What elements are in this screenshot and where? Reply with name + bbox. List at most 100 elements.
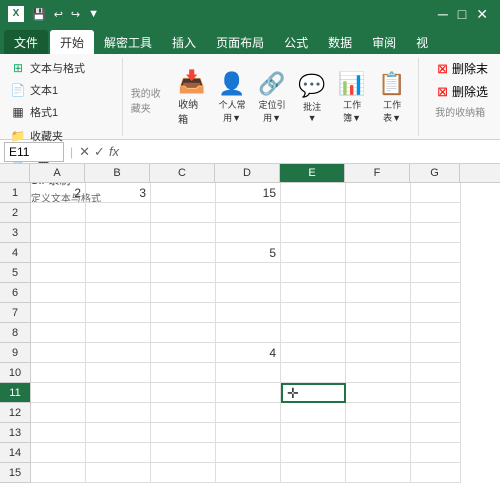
cell-f5[interactable]	[346, 263, 411, 283]
cell-d11[interactable]	[216, 383, 281, 403]
cell-d2[interactable]	[216, 203, 281, 223]
cell-g13[interactable]	[411, 423, 461, 443]
cell-d1[interactable]: 15	[216, 183, 281, 203]
cell-b6[interactable]	[86, 283, 151, 303]
cell-c1[interactable]	[151, 183, 216, 203]
row-header-14[interactable]: 14	[0, 443, 30, 463]
cell-e14[interactable]	[281, 443, 346, 463]
confirm-icon[interactable]: ✓	[94, 144, 105, 160]
cell-c8[interactable]	[151, 323, 216, 343]
cell-e10[interactable]	[281, 363, 346, 383]
cell-c4[interactable]	[151, 243, 216, 263]
cell-e12[interactable]	[281, 403, 346, 423]
row-header-4[interactable]: 4	[0, 243, 30, 263]
close-btn[interactable]: ✕	[472, 6, 492, 23]
cell-f6[interactable]	[346, 283, 411, 303]
cell-f12[interactable]	[346, 403, 411, 423]
cell-d9[interactable]: 4	[216, 343, 281, 363]
cell-f4[interactable]	[346, 243, 411, 263]
tab-data[interactable]: 数据	[318, 30, 362, 54]
cell-a13[interactable]	[31, 423, 86, 443]
cell-c13[interactable]	[151, 423, 216, 443]
cell-g5[interactable]	[411, 263, 461, 283]
cell-d12[interactable]	[216, 403, 281, 423]
cell-c2[interactable]	[151, 203, 216, 223]
col-header-g[interactable]: G	[410, 164, 460, 182]
cell-f11[interactable]	[346, 383, 411, 403]
cell-d8[interactable]	[216, 323, 281, 343]
btn-inbox[interactable]: 📥 收纳箱	[174, 66, 210, 128]
cell-f1[interactable]	[346, 183, 411, 203]
cell-f15[interactable]	[346, 463, 411, 483]
cell-f2[interactable]	[346, 203, 411, 223]
cell-e6[interactable]	[281, 283, 346, 303]
tab-decrypt[interactable]: 解密工具	[94, 30, 162, 54]
cell-g2[interactable]	[411, 203, 461, 223]
cell-b9[interactable]	[86, 343, 151, 363]
cell-d13[interactable]	[216, 423, 281, 443]
btn-comment[interactable]: 💬 批注▼	[294, 70, 330, 125]
col-header-a[interactable]: A	[30, 164, 85, 182]
cell-c12[interactable]	[151, 403, 216, 423]
cell-e3[interactable]	[281, 223, 346, 243]
row-header-9[interactable]: 9	[0, 343, 30, 363]
tab-file[interactable]: 文件	[4, 30, 48, 54]
cell-a2[interactable]	[31, 203, 86, 223]
cell-b2[interactable]	[86, 203, 151, 223]
row-header-13[interactable]: 13	[0, 423, 30, 443]
cell-f7[interactable]	[346, 303, 411, 323]
cell-b14[interactable]	[86, 443, 151, 463]
cell-a7[interactable]	[31, 303, 86, 323]
row-header-1[interactable]: 1	[0, 183, 30, 203]
cell-f14[interactable]	[346, 443, 411, 463]
btn-worksheet[interactable]: 📋 工作表▼	[374, 68, 410, 126]
cell-e15[interactable]	[281, 463, 346, 483]
row-header-2[interactable]: 2	[0, 203, 30, 223]
cell-c3[interactable]	[151, 223, 216, 243]
cell-g9[interactable]	[411, 343, 461, 363]
cell-e2[interactable]	[281, 203, 346, 223]
cell-g3[interactable]	[411, 223, 461, 243]
cell-g12[interactable]	[411, 403, 461, 423]
row-header-11[interactable]: 11	[0, 383, 30, 403]
cell-b8[interactable]	[86, 323, 151, 343]
tab-view[interactable]: 视	[406, 30, 438, 54]
cell-d7[interactable]	[216, 303, 281, 323]
cell-e4[interactable]	[281, 243, 346, 263]
cell-b13[interactable]	[86, 423, 151, 443]
restore-btn[interactable]: □	[454, 6, 470, 23]
cell-e8[interactable]	[281, 323, 346, 343]
col-header-e[interactable]: E	[280, 164, 345, 182]
cell-e13[interactable]	[281, 423, 346, 443]
cell-reference-input[interactable]	[4, 142, 64, 162]
cell-g8[interactable]	[411, 323, 461, 343]
col-header-f[interactable]: F	[345, 164, 410, 182]
cell-d15[interactable]	[216, 463, 281, 483]
undo-btn[interactable]: ↩	[52, 8, 65, 21]
cell-a9[interactable]	[31, 343, 86, 363]
cell-b10[interactable]	[86, 363, 151, 383]
cell-e1[interactable]	[281, 183, 346, 203]
col-header-d[interactable]: D	[215, 164, 280, 182]
row-header-15[interactable]: 15	[0, 463, 30, 483]
btn-format1[interactable]: ▦ 格式1	[6, 102, 89, 122]
cell-a15[interactable]	[31, 463, 86, 483]
minimize-btn[interactable]: ─	[434, 6, 452, 23]
cell-d10[interactable]	[216, 363, 281, 383]
cell-f13[interactable]	[346, 423, 411, 443]
row-header-8[interactable]: 8	[0, 323, 30, 343]
row-header-12[interactable]: 12	[0, 403, 30, 423]
btn-delete-select[interactable]: ⊠ 删除选	[431, 81, 494, 102]
cell-f10[interactable]	[346, 363, 411, 383]
cell-e7[interactable]	[281, 303, 346, 323]
redo-btn[interactable]: ↪	[69, 8, 82, 21]
cell-d14[interactable]	[216, 443, 281, 463]
cell-c15[interactable]	[151, 463, 216, 483]
cell-g10[interactable]	[411, 363, 461, 383]
col-header-b[interactable]: B	[85, 164, 150, 182]
cell-d4[interactable]: 5	[216, 243, 281, 263]
customize-btn[interactable]: ▼	[86, 8, 101, 20]
cell-a14[interactable]	[31, 443, 86, 463]
cell-a10[interactable]	[31, 363, 86, 383]
row-header-10[interactable]: 10	[0, 363, 30, 383]
